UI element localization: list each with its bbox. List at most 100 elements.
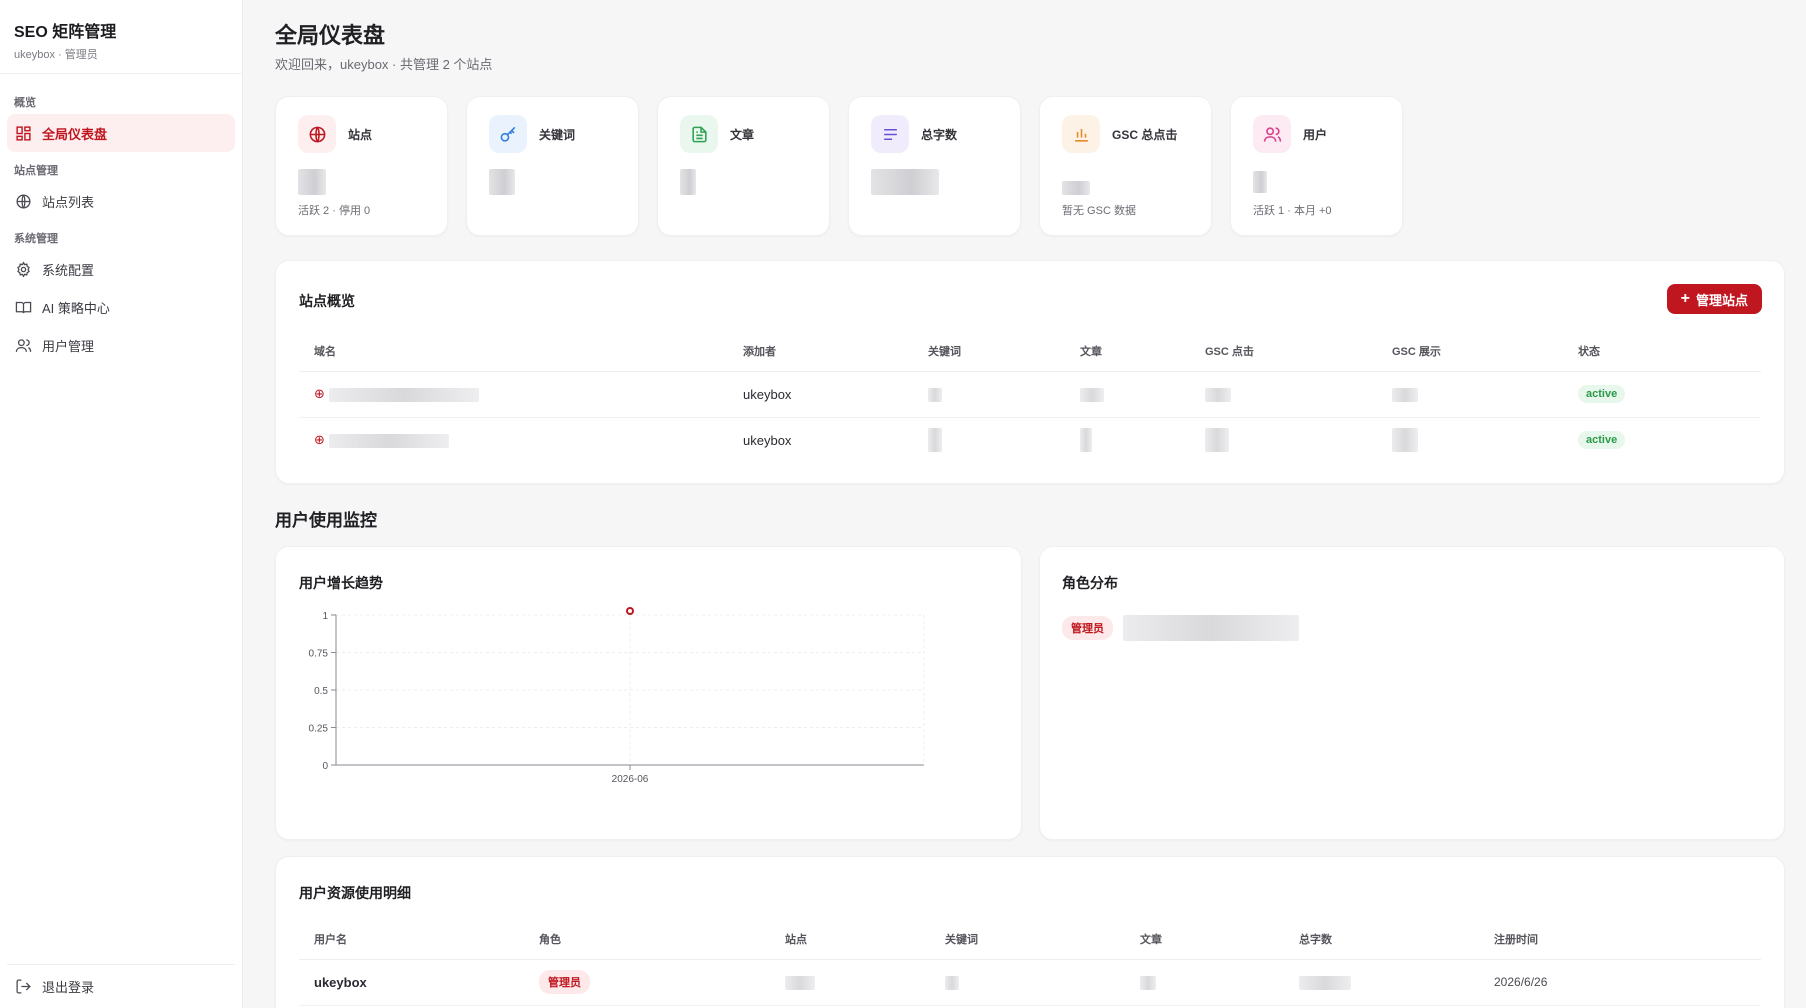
logout-button[interactable]: 退出登录 bbox=[7, 964, 235, 1008]
value-redacted bbox=[785, 975, 815, 990]
data-point bbox=[626, 607, 634, 615]
col-articles[interactable]: 文章 bbox=[1080, 331, 1205, 372]
manage-sites-button[interactable]: + 管理站点 bbox=[1666, 284, 1762, 314]
stat-value-redacted bbox=[871, 169, 939, 195]
panel-title: 站点概览 bbox=[299, 293, 355, 309]
gsc-clicks-cell bbox=[1205, 417, 1392, 463]
sidebar: SEO 矩阵管理 ukeybox · 管理员 概览 全局仪表盘 站点管理 站点列… bbox=[0, 0, 243, 1008]
stat-value-redacted bbox=[1062, 181, 1090, 195]
sidebar-item-label: 站点列表 bbox=[42, 194, 95, 210]
domain-cell: ⊕ bbox=[299, 417, 743, 463]
dashboard-grid-icon bbox=[16, 125, 31, 141]
stat-value-redacted bbox=[1253, 171, 1267, 193]
nav-group-sites: 站点管理 bbox=[14, 165, 58, 177]
value-redacted bbox=[1140, 975, 1156, 990]
stat-card-keywords: 关键词 bbox=[466, 96, 639, 236]
role-distribution-panel: 角色分布 管理员 bbox=[1039, 546, 1785, 840]
sites-table-wrap: 域名 添加者 关键词 文章 GSC 点击 GSC 展示 状态 ⊕ ukeybox… bbox=[299, 331, 1761, 463]
role-cell: 管理员 bbox=[539, 959, 785, 1006]
y-tick-label: 0.5 bbox=[314, 686, 328, 697]
col-keywords[interactable]: 关键词 bbox=[945, 919, 1140, 960]
col-registered[interactable]: 注册时间 bbox=[1494, 919, 1761, 960]
col-status[interactable]: 状态 bbox=[1578, 331, 1761, 372]
section-title: 用户使用监控 bbox=[275, 511, 377, 530]
brand-subtitle: ukeybox · 管理员 bbox=[14, 49, 98, 61]
document-icon bbox=[680, 115, 718, 153]
col-domain[interactable]: 域名 bbox=[299, 331, 743, 372]
table-row[interactable]: ukeybox 管理员 2026/6/26 bbox=[299, 959, 1761, 1006]
value-redacted bbox=[1080, 387, 1104, 402]
sidebar-item-user-management[interactable]: 用户管理 bbox=[7, 326, 235, 364]
col-articles[interactable]: 文章 bbox=[1140, 919, 1299, 960]
usage-table-wrap: 用户名 角色 站点 关键词 文章 总字数 注册时间 ukeybox 管理员 20… bbox=[299, 919, 1761, 1006]
stat-card-users: 用户 活跃 1 · 本月 +0 bbox=[1230, 96, 1403, 236]
stat-label: 总字数 bbox=[921, 127, 958, 142]
adder-cell: ukeybox bbox=[743, 432, 792, 448]
status-badge: active bbox=[1578, 385, 1626, 403]
usage-detail-panel: 用户资源使用明细 用户名 角色 站点 关键词 文章 总字数 注册时间 ukeyb… bbox=[275, 856, 1785, 1008]
plus-icon: + bbox=[1680, 290, 1690, 307]
panel-title: 用户增长趋势 bbox=[299, 575, 383, 591]
word-count-cell bbox=[1299, 959, 1494, 1006]
stat-value-redacted bbox=[489, 169, 515, 195]
sites-table: 域名 添加者 关键词 文章 GSC 点击 GSC 展示 状态 ⊕ ukeybox… bbox=[299, 331, 1761, 463]
page-title: 全局仪表盘 bbox=[275, 23, 386, 48]
col-word-count[interactable]: 总字数 bbox=[1299, 919, 1494, 960]
table-row[interactable]: ⊕ ukeybox active bbox=[299, 417, 1761, 463]
keywords-cell bbox=[928, 371, 1080, 418]
sidebar-item-dashboard[interactable]: 全局仪表盘 bbox=[7, 114, 235, 152]
role-detail-redacted bbox=[1123, 615, 1299, 641]
book-open-icon bbox=[15, 301, 32, 313]
value-redacted bbox=[928, 387, 942, 402]
col-role[interactable]: 角色 bbox=[539, 919, 785, 960]
globe-icon: ⊕ bbox=[314, 432, 325, 448]
value-redacted bbox=[1392, 428, 1418, 453]
value-redacted bbox=[1299, 975, 1351, 990]
articles-cell bbox=[1080, 371, 1205, 418]
col-gsc-impressions[interactable]: GSC 展示 bbox=[1392, 331, 1578, 372]
bar-chart-icon bbox=[1062, 115, 1100, 153]
panel-title: 用户资源使用明细 bbox=[299, 885, 411, 901]
gear-icon bbox=[17, 261, 30, 277]
status-cell: active bbox=[1578, 371, 1761, 418]
stat-card-sites: 站点 活跃 2 · 停用 0 bbox=[275, 96, 448, 236]
role-row: 管理员 bbox=[1062, 615, 1299, 641]
col-gsc-clicks[interactable]: GSC 点击 bbox=[1205, 331, 1392, 372]
table-header-row: 域名 添加者 关键词 文章 GSC 点击 GSC 展示 状态 bbox=[299, 331, 1761, 372]
sidebar-item-site-list[interactable]: 站点列表 bbox=[7, 182, 235, 220]
stat-note: 活跃 1 · 本月 +0 bbox=[1253, 205, 1332, 217]
users-icon bbox=[1253, 115, 1291, 153]
stat-label: 站点 bbox=[348, 127, 373, 142]
value-redacted bbox=[1205, 387, 1231, 402]
key-icon bbox=[489, 115, 527, 153]
value-redacted bbox=[928, 428, 942, 453]
user-growth-panel: 用户增长趋势 0 0.25 0.5 0.75 1 2026-06 bbox=[275, 546, 1022, 840]
col-username[interactable]: 用户名 bbox=[299, 919, 539, 960]
sidebar-item-label: AI 策略中心 bbox=[42, 300, 110, 316]
globe-icon bbox=[16, 193, 31, 209]
username-cell: ukeybox bbox=[299, 959, 539, 1006]
brand-title: SEO 矩阵管理 bbox=[14, 24, 117, 41]
y-tick-label: 1 bbox=[322, 611, 328, 622]
stat-label: 关键词 bbox=[539, 127, 576, 142]
y-tick-label: 0.25 bbox=[309, 724, 329, 735]
sidebar-item-label: 用户管理 bbox=[42, 338, 95, 354]
sidebar-item-system-config[interactable]: 系统配置 bbox=[7, 250, 235, 288]
stat-value-redacted bbox=[680, 169, 696, 195]
domain-cell: ⊕ bbox=[299, 371, 743, 418]
sidebar-item-ai-center[interactable]: AI 策略中心 bbox=[7, 288, 235, 326]
keywords-cell bbox=[928, 417, 1080, 463]
domain-redacted bbox=[328, 387, 479, 402]
articles-cell bbox=[1080, 417, 1205, 463]
col-adder[interactable]: 添加者 bbox=[743, 331, 928, 372]
sidebar-item-label: 全局仪表盘 bbox=[42, 126, 108, 142]
sites-overview-panel: 站点概览 + 管理站点 域名 添加者 关键词 文章 GSC 点击 GSC 展示 … bbox=[275, 260, 1785, 484]
table-row[interactable]: ⊕ ukeybox active bbox=[299, 371, 1761, 418]
globe-icon: ⊕ bbox=[314, 386, 325, 401]
col-sites[interactable]: 站点 bbox=[785, 919, 945, 960]
col-keywords[interactable]: 关键词 bbox=[928, 331, 1080, 372]
user-growth-chart: 0 0.25 0.5 0.75 1 2026-06 bbox=[309, 607, 925, 785]
stat-card-articles: 文章 bbox=[657, 96, 830, 236]
sites-cell bbox=[785, 959, 945, 1006]
table-header-row: 用户名 角色 站点 关键词 文章 总字数 注册时间 bbox=[299, 919, 1761, 960]
